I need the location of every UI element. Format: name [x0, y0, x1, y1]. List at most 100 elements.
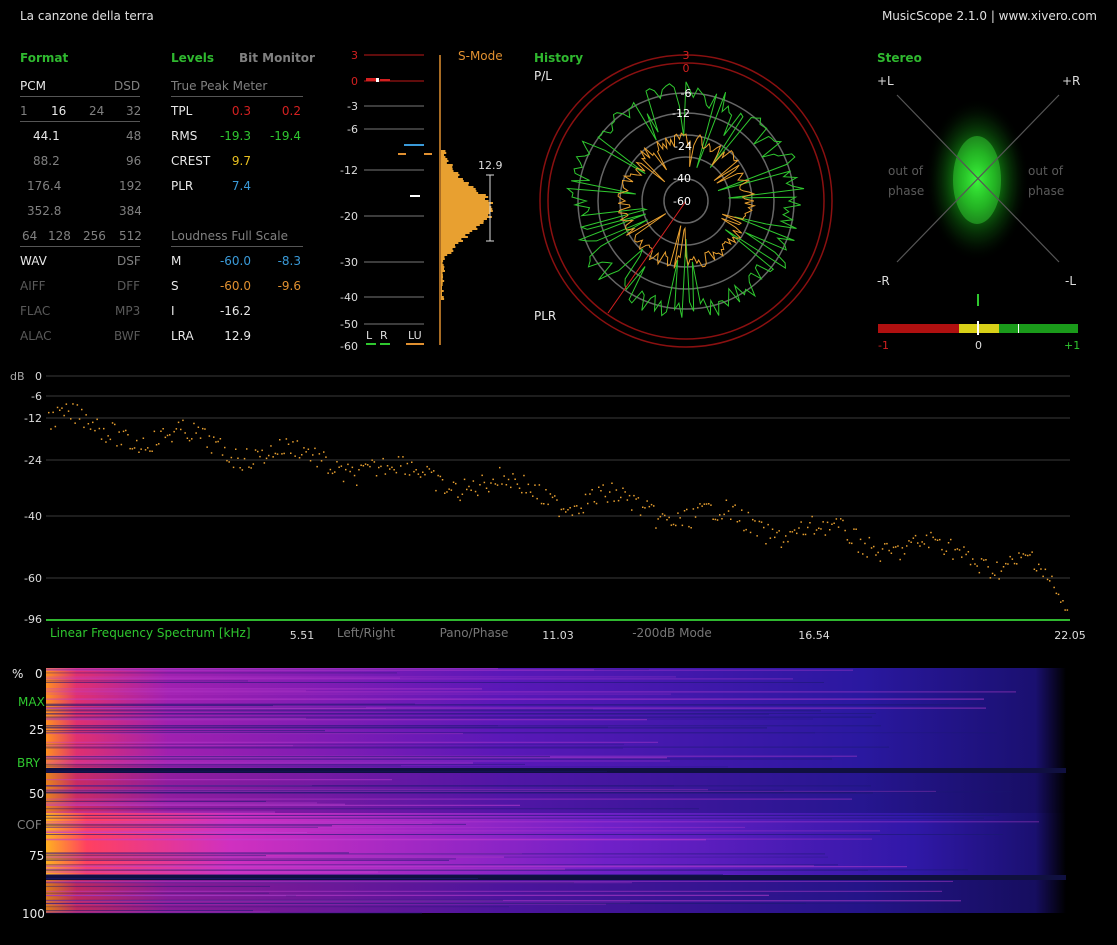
meter-lu-label: LU	[408, 329, 422, 342]
ring-minus40: -40	[673, 172, 691, 185]
meter-tick-minus3: -3	[347, 100, 358, 113]
loudness-title: Loudness Full Scale	[171, 229, 288, 243]
rms-left-value: -19.3	[219, 129, 251, 143]
dsd-128: 128	[48, 229, 71, 243]
spectrogram-y-25: 25	[29, 723, 45, 737]
ring-minus12: -12	[672, 107, 690, 120]
oop-right-2: phase	[1028, 184, 1064, 198]
khz-tick-16-54: 16.54	[798, 629, 830, 642]
stereo-title[interactable]: Stereo	[877, 51, 922, 65]
db-tick-minus96: -96	[24, 613, 42, 626]
tpl-label: TPL	[171, 104, 193, 118]
dsd-64: 64	[22, 229, 38, 243]
meter-tick-minus60: -60	[340, 340, 358, 353]
app-info[interactable]: MusicScope 2.1.0 | www.xivero.com	[882, 9, 1097, 23]
khz-tick-22-05: 22.05	[1054, 629, 1086, 642]
oop-left-2: phase	[888, 184, 924, 198]
db-tick-minus24: -24	[24, 454, 42, 467]
frequency-spectrum: dB 0 -6 -12 -24 -40 -60 -96 Linear Frequ…	[10, 370, 1086, 642]
divider	[20, 246, 140, 247]
format-mp3: MP3	[115, 304, 141, 318]
format-dsf: DSF	[117, 254, 141, 268]
stereo-vectorscope: +L +R -R -L out of phase out of phase -1…	[877, 74, 1080, 352]
db-tick-minus12: -12	[24, 412, 42, 425]
dsd-512: 512	[119, 229, 142, 243]
ring-minus24: -24	[674, 140, 692, 153]
spectrogram-percent-label: %	[12, 667, 24, 681]
bit-1: 1	[20, 104, 28, 118]
dsd-256: 256	[83, 229, 106, 243]
minus200db-mode: -200dB Mode	[632, 626, 712, 640]
format-alac: ALAC	[20, 329, 52, 343]
db-tick-0: 0	[35, 370, 42, 383]
meter-tick-minus40: -40	[340, 291, 358, 304]
meter-tick-0: 0	[351, 75, 358, 88]
khz-tick-5-51: 5.51	[290, 629, 315, 642]
rate-176-4: 176.4	[27, 179, 62, 193]
left-right-mode: Left/Right	[337, 626, 396, 640]
meter-r-label: R	[380, 329, 388, 342]
rms-label: RMS	[171, 129, 198, 143]
format-flac: FLAC	[20, 304, 51, 318]
rate-44-1: 44.1	[33, 129, 60, 143]
format-dff: DFF	[117, 279, 141, 293]
spectrogram-y-0: 0	[35, 667, 43, 681]
tpl-right-value: 0.2	[281, 104, 301, 118]
short-term-value: -60.0	[219, 279, 251, 293]
track-title: La canzone della terra	[20, 9, 154, 23]
rate-352-8: 352.8	[27, 204, 62, 218]
meter-tick-minus20: -20	[340, 210, 358, 223]
meter-tick-minus50: -50	[340, 318, 358, 331]
bit-32: 32	[126, 104, 142, 118]
rate-192: 192	[119, 179, 142, 193]
divider	[20, 121, 140, 122]
format-bwf: BWF	[114, 329, 141, 343]
stereo-plus-l: +L	[877, 74, 894, 88]
spectrogram	[46, 668, 1066, 914]
bit-monitor-tab[interactable]: Bit Monitor	[239, 51, 315, 65]
spectrogram-y-50: 50	[29, 787, 45, 801]
integrated-label: I	[171, 304, 175, 318]
corr-plus1: +1	[1064, 339, 1080, 352]
ring-0: 0	[683, 62, 690, 75]
db-tick-minus40: -40	[24, 510, 42, 523]
dsd-label[interactable]: DSD	[114, 79, 140, 93]
db-tick-minus6: -6	[31, 390, 42, 403]
spectrogram-y-75: 75	[29, 849, 45, 863]
rate-48: 48	[126, 129, 142, 143]
rate-96: 96	[126, 154, 142, 168]
spectrum-x-title: Linear Frequency Spectrum [kHz]	[50, 626, 251, 640]
spectrogram-cof-label[interactable]: COF	[17, 818, 42, 832]
rate-88-2: 88.2	[33, 154, 60, 168]
db-tick-minus60: -60	[24, 572, 42, 585]
bit-24: 24	[89, 104, 105, 118]
crest-label: CREST	[171, 154, 211, 168]
momentary-label: M	[171, 254, 182, 268]
plr-label: PLR	[171, 179, 194, 193]
oop-left-1: out of	[888, 164, 924, 178]
integrated-value: -16.2	[219, 304, 251, 318]
momentary-value: -60.0	[219, 254, 251, 268]
stereo-minus-l: -L	[1065, 274, 1076, 288]
pcm-label[interactable]: PCM	[20, 79, 46, 93]
corr-zero: 0	[975, 339, 982, 352]
stereo-plus-r: +R	[1062, 74, 1080, 88]
divider	[20, 96, 140, 97]
meter-tick-minus6: -6	[347, 123, 358, 136]
spectrogram-bry-label[interactable]: BRY	[17, 756, 40, 770]
lra-value: 12.9	[224, 329, 251, 343]
pano-phase-mode: Pano/Phase	[440, 626, 509, 640]
ring-3: 3	[683, 49, 690, 62]
smode-button[interactable]: S-Mode	[458, 49, 503, 63]
ring-minus6: -6	[681, 87, 692, 100]
rate-384: 384	[119, 204, 142, 218]
lra-label: LRA	[171, 329, 194, 343]
khz-tick-11-03: 11.03	[542, 629, 574, 642]
history-polar-plot: 3 0 -6 -12 -24 -40 -60	[539, 49, 833, 348]
true-peak-title: True Peak Meter	[171, 79, 268, 93]
spectrogram-max-label[interactable]: MAX	[18, 695, 45, 709]
meter-tick-minus30: -30	[340, 256, 358, 269]
levels-title[interactable]: Levels	[171, 51, 214, 65]
format-aiff: AIFF	[20, 279, 46, 293]
spectrogram-y-100: 100	[22, 907, 45, 921]
